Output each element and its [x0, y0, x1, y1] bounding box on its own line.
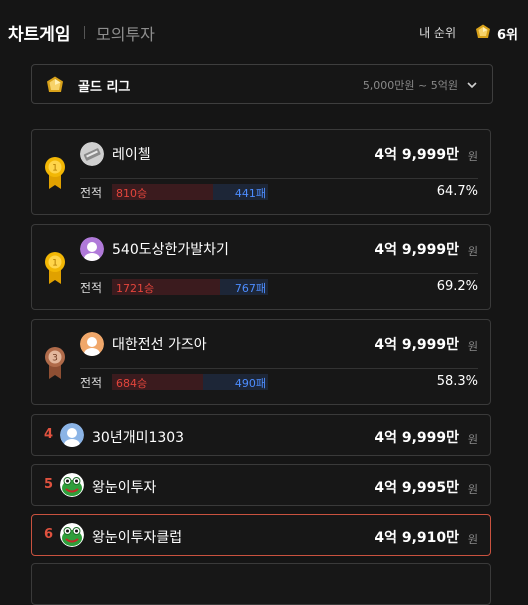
gold-gem-icon [47, 76, 63, 92]
gold-medal-icon: 1 [45, 252, 65, 284]
player-name: 왕눈이투자클럽 [92, 530, 183, 546]
asset-amount: 4억 9,910만 [374, 530, 459, 546]
currency-unit: 원 [467, 245, 478, 258]
record-label: 전적 [80, 186, 103, 200]
win-rate: 58.3% [436, 374, 478, 389]
ranking-card-6-me[interactable]: 6 왕눈이투자클럽 4억 9,910만 원 [31, 514, 491, 556]
ranking-card-4[interactable]: 4 30년개미1303 4억 9,999만 원 [31, 414, 491, 456]
ranking-card-2[interactable]: 1 540도상한가발차기 4억 9,999만 원 전적 1721승 767패 6… [31, 224, 491, 310]
divider [80, 368, 478, 369]
tab-divider [84, 26, 85, 39]
gold-medal-icon: 1 [45, 157, 65, 189]
win-rate: 64.7% [436, 184, 478, 199]
player-name: 대한전선 가즈아 [112, 337, 207, 353]
win-loss-bar: 1721승 767패 [112, 279, 268, 295]
record-label: 전적 [80, 376, 103, 390]
wins-count: 810승 [116, 187, 148, 200]
divider [80, 178, 478, 179]
currency-unit: 원 [467, 340, 478, 353]
wins-count: 1721승 [116, 282, 155, 295]
divider [80, 273, 478, 274]
rank-number: 5 [44, 477, 54, 492]
currency-unit: 원 [467, 483, 478, 496]
league-selector[interactable]: 골드 리그 5,000만원 ~ 5억원 [31, 64, 493, 104]
asset-amount: 4억 9,999만 [374, 337, 459, 353]
rank-number: 4 [44, 427, 54, 442]
losses-count: 767패 [234, 282, 266, 295]
medal-number: 3 [52, 354, 58, 364]
ranking-card-5[interactable]: 5 왕눈이투자 4억 9,995만 원 [31, 464, 491, 506]
my-rank-label: 내 순위 [419, 26, 456, 40]
asset-amount: 4억 9,999만 [374, 430, 459, 446]
frog-avatar [60, 523, 84, 547]
currency-unit: 원 [467, 150, 478, 163]
player-name: 540도상한가발차기 [112, 242, 229, 258]
frog-avatar [60, 473, 84, 497]
chevron-down-icon [467, 82, 477, 89]
tab-chart-game[interactable]: 차트게임 [8, 20, 71, 45]
league-range: 5,000만원 ~ 5억원 [362, 79, 458, 92]
gold-gem-icon [476, 24, 490, 38]
asset-amount: 4억 9,999만 [374, 242, 459, 258]
purple-person-avatar [80, 237, 104, 261]
win-loss-bar: 684승 490패 [112, 374, 268, 390]
bronze-medal-icon: 3 [45, 347, 65, 379]
ranking-card-3[interactable]: 3 대한전선 가즈아 4억 9,999만 원 전적 684승 490패 58.3… [31, 319, 491, 405]
win-loss-bar: 810승 441패 [112, 184, 268, 200]
blue-person-avatar [60, 423, 84, 447]
win-rate: 69.2% [436, 279, 478, 294]
currency-unit: 원 [467, 433, 478, 446]
medal-number: 1 [52, 164, 58, 174]
ranking-card-7-partial[interactable] [31, 563, 491, 605]
losses-count: 490패 [234, 377, 266, 390]
player-name: 레이첼 [112, 147, 151, 163]
currency-unit: 원 [467, 533, 478, 546]
record-label: 전적 [80, 281, 103, 295]
player-name: 왕눈이투자 [92, 480, 157, 496]
top-header: 차트게임 모의투자 내 순위 6위 [0, 0, 528, 64]
device-avatar [80, 142, 104, 166]
asset-amount: 4억 9,999만 [374, 147, 459, 163]
orange-person-avatar [80, 332, 104, 356]
ranking-card-1[interactable]: 1 레이첼 4억 9,999만 원 전적 810승 441패 64.7% [31, 129, 491, 215]
medal-number: 1 [52, 259, 58, 269]
tab-mock-invest[interactable]: 모의투자 [96, 21, 155, 45]
wins-count: 684승 [116, 377, 148, 390]
my-rank-value: 6위 [496, 28, 518, 43]
losses-count: 441패 [234, 187, 266, 200]
rank-number: 6 [44, 527, 54, 542]
league-name: 골드 리그 [78, 80, 131, 95]
asset-amount: 4억 9,995만 [374, 480, 459, 496]
player-name: 30년개미1303 [92, 430, 185, 446]
